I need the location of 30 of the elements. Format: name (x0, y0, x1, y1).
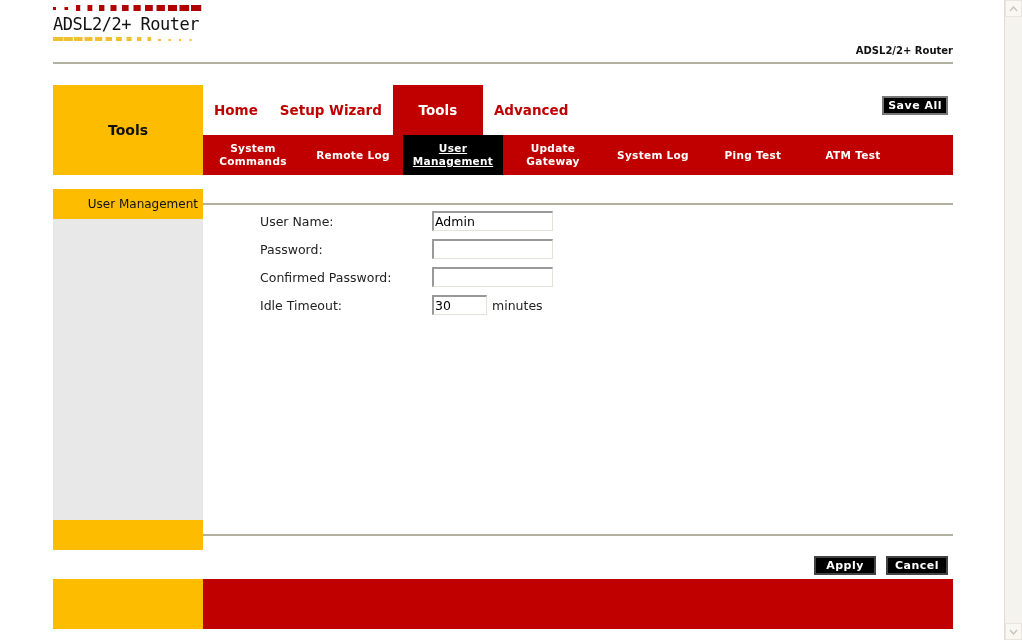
unit-label: minutes (492, 297, 543, 313)
password-field[interactable] (432, 267, 553, 287)
section-title: Tools (53, 85, 203, 175)
sub-tab[interactable]: System Log (603, 135, 703, 175)
scrollbar[interactable] (1004, 0, 1022, 640)
scroll-down-icon[interactable] (1005, 623, 1022, 640)
apply-button[interactable]: Apply (814, 556, 876, 575)
main-tab[interactable]: Home (203, 85, 269, 135)
save-all-button[interactable]: Save All (882, 95, 948, 115)
input-field[interactable]: 30 (432, 295, 487, 315)
sub-tab[interactable]: ATM Test (803, 135, 903, 175)
sub-tab[interactable]: Ping Test (703, 135, 803, 175)
sub-tab[interactable]: User Management (403, 135, 503, 175)
sidebar-item[interactable]: User Management (53, 189, 203, 219)
field-label: User Name: (260, 213, 335, 229)
field-label: Password: (260, 241, 324, 257)
field-label: Idle Timeout: (260, 297, 344, 313)
main-tab[interactable]: Setup Wizard (268, 85, 393, 135)
input-field[interactable]: Admin (432, 211, 553, 231)
sub-tab[interactable]: System Commands (203, 135, 303, 175)
field-label: Confirmed Password: (260, 269, 393, 285)
header-caption: ADSL2/2+ Router (855, 45, 953, 58)
main-tab[interactable]: Tools (392, 85, 483, 135)
sub-tab[interactable]: Remote Log (303, 135, 403, 175)
password-field[interactable] (432, 239, 553, 259)
sub-tab[interactable]: Update Gateway (503, 135, 603, 175)
scroll-up-icon[interactable] (1005, 0, 1022, 17)
main-tab[interactable]: Advanced (482, 85, 580, 135)
cancel-button[interactable]: Cancel (886, 556, 948, 575)
logo-text: ADSL2/2+ Router (53, 13, 201, 35)
